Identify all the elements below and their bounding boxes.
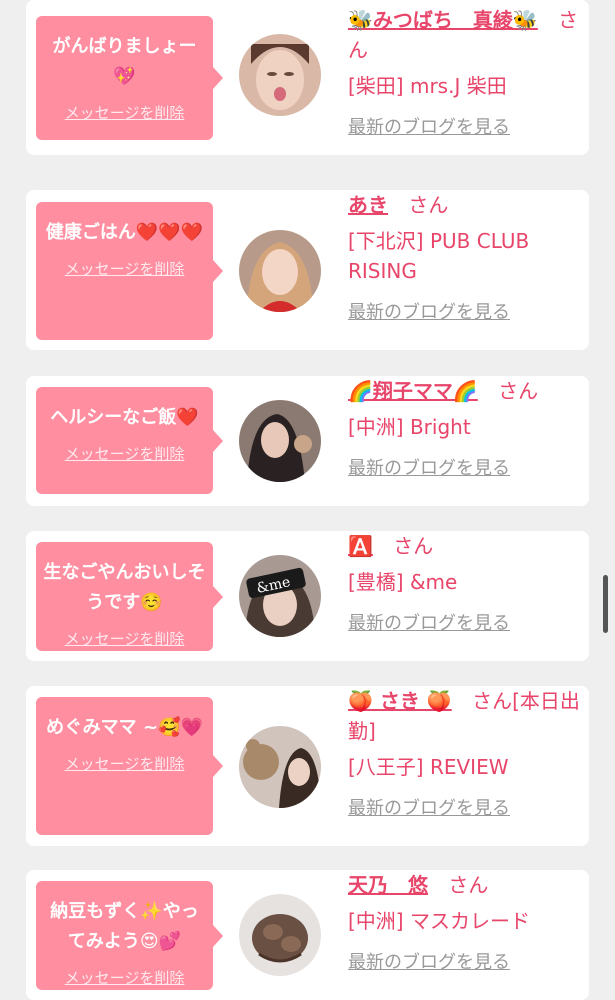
honorific: さん [408, 193, 449, 217]
avatar[interactable] [239, 34, 321, 116]
delete-message-link[interactable]: メッセージを削除 [36, 628, 213, 649]
list-item: ヘルシーなご飯❤️ メッセージを削除 🌈翔子ママ🌈 さん [中洲] Bright… [26, 376, 589, 506]
user-info: 🅰️ さん [豊橋] &me 最新のブログを見る [348, 531, 580, 639]
user-name-link[interactable]: 🌈翔子ママ🌈 [348, 379, 478, 403]
latest-blog-link[interactable]: 最新のブログを見る [348, 609, 580, 639]
user-info: 🌈翔子ママ🌈 さん [中洲] Bright 最新のブログを見る [348, 376, 580, 484]
delete-message-link[interactable]: メッセージを削除 [36, 258, 213, 279]
message-text: 納豆もずく✨やってみよう😍💕 [50, 901, 199, 952]
shop-label: [下北沢] PUB CLUB RISING [348, 229, 530, 283]
avatar-3-icon [239, 400, 321, 482]
latest-blog-link[interactable]: 最新のブログを見る [348, 794, 580, 824]
message-text: めぐみママ ~🥰💗 [46, 717, 203, 738]
user-name-link[interactable]: 🅰️ [348, 534, 373, 558]
shop-label: [柴田] mrs.J 柴田 [348, 74, 507, 98]
message-bubble: 生なごやんおいしそうです☺️ メッセージを削除 [36, 542, 223, 651]
avatar[interactable] [239, 726, 321, 808]
user-info: 🐝みつばち 真綾🐝 さん [柴田] mrs.J 柴田 最新のブログを見る [348, 5, 580, 143]
list-item: がんばりましょー💖 メッセージを削除 🐝みつばち 真綾🐝 さん [柴田] mrs… [26, 0, 589, 155]
avatar-5-icon [239, 726, 321, 808]
message-text: がんばりましょー💖 [52, 36, 197, 87]
honorific: さん [498, 379, 539, 403]
shop-label: [八王子] REVIEW [348, 755, 509, 779]
shop-label: [中洲] マスカレード [348, 909, 530, 933]
avatar-4-icon: &me [239, 555, 321, 637]
honorific: さん [448, 873, 489, 897]
user-info: 🍑 さき 🍑 さん[本日出勤] [八王子] REVIEW 最新のブログを見る [348, 686, 580, 824]
message-bubble: 納豆もずく✨やってみよう😍💕 メッセージを削除 [36, 881, 223, 990]
avatar-2-icon [239, 230, 321, 312]
latest-blog-link[interactable]: 最新のブログを見る [348, 298, 580, 328]
user-name-link[interactable]: 天乃 悠 [348, 873, 428, 897]
favorites-page: がんばりましょー💖 メッセージを削除 🐝みつばち 真綾🐝 さん [柴田] mrs… [0, 0, 615, 1000]
list-item: めぐみママ ~🥰💗 メッセージを削除 🍑 さき 🍑 さん[本日出勤] [八王子]… [26, 686, 589, 846]
list-item: 健康ごはん❤️❤️❤️ メッセージを削除 あき さん [下北沢] PUB CLU… [26, 190, 589, 350]
delete-message-link[interactable]: メッセージを削除 [36, 102, 213, 123]
avatar[interactable] [239, 400, 321, 482]
honorific: さん [393, 534, 434, 558]
shop-label: [中洲] Bright [348, 415, 471, 439]
avatar-6-icon [239, 894, 321, 976]
delete-message-link[interactable]: メッセージを削除 [36, 753, 213, 774]
user-name-link[interactable]: 🐝みつばち 真綾🐝 [348, 8, 538, 32]
message-bubble: 健康ごはん❤️❤️❤️ メッセージを削除 [36, 202, 223, 340]
message-bubble: ヘルシーなご飯❤️ メッセージを削除 [36, 387, 223, 494]
list-item: 納豆もずく✨やってみよう😍💕 メッセージを削除 天乃 悠 さん [中洲] マスカ… [26, 870, 589, 1000]
latest-blog-link[interactable]: 最新のブログを見る [348, 113, 580, 143]
shop-label: [豊橋] &me [348, 570, 458, 594]
user-name-link[interactable]: あき [348, 193, 388, 217]
avatar[interactable]: &me [239, 555, 321, 637]
message-bubble: めぐみママ ~🥰💗 メッセージを削除 [36, 697, 223, 835]
avatar[interactable] [239, 894, 321, 976]
delete-message-link[interactable]: メッセージを削除 [36, 443, 213, 464]
user-info: あき さん [下北沢] PUB CLUB RISING 最新のブログを見る [348, 190, 580, 328]
list-item: 生なごやんおいしそうです☺️ メッセージを削除 &me 🅰️ さん [豊橋] &… [26, 531, 589, 661]
avatar[interactable] [239, 230, 321, 312]
user-name-link[interactable]: 🍑 さき 🍑 [348, 689, 452, 713]
delete-message-link[interactable]: メッセージを削除 [36, 967, 213, 988]
avatar-1-icon [239, 34, 321, 116]
latest-blog-link[interactable]: 最新のブログを見る [348, 454, 580, 484]
scrollbar[interactable] [603, 575, 608, 633]
latest-blog-link[interactable]: 最新のブログを見る [348, 948, 580, 978]
message-text: 生なごやんおいしそうです☺️ [43, 562, 206, 613]
message-bubble: がんばりましょー💖 メッセージを削除 [36, 16, 223, 140]
message-text: 健康ごはん❤️❤️❤️ [45, 222, 204, 243]
message-text: ヘルシーなご飯❤️ [50, 407, 199, 428]
user-info: 天乃 悠 さん [中洲] マスカレード 最新のブログを見る [348, 870, 580, 978]
